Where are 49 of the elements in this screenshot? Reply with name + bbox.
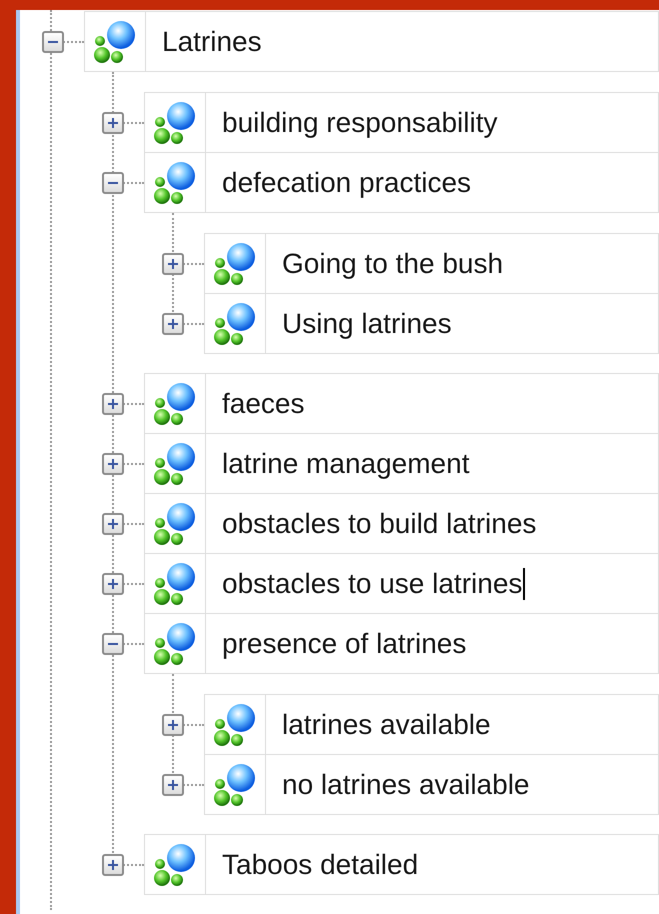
node-label[interactable]: defecation practices	[206, 152, 659, 213]
node-icon	[152, 100, 198, 146]
expand-button[interactable]	[102, 452, 124, 474]
node-icon	[212, 240, 258, 286]
expand-button[interactable]	[102, 572, 124, 594]
plus-icon	[108, 398, 118, 408]
plus-icon	[168, 318, 178, 328]
node-icon	[152, 620, 198, 666]
collapse-button[interactable]	[102, 632, 124, 654]
node-icon	[152, 160, 198, 206]
collapse-button[interactable]	[102, 172, 124, 194]
node-label[interactable]: Going to the bush	[266, 233, 659, 294]
minus-icon	[108, 182, 118, 184]
node-icon	[152, 842, 198, 888]
expand-button[interactable]	[162, 714, 184, 736]
node-label[interactable]: presence of latrines	[206, 613, 659, 674]
node-icon	[152, 440, 198, 486]
node-label[interactable]: Using latrines	[266, 293, 659, 354]
node-label[interactable]: building responsability	[206, 92, 659, 153]
node-icon	[212, 300, 258, 346]
minus-icon	[48, 40, 58, 42]
node-icon	[212, 702, 258, 748]
node-icon	[152, 500, 198, 546]
collapse-button[interactable]	[42, 30, 64, 52]
expand-button[interactable]	[162, 774, 184, 796]
expand-button[interactable]	[102, 854, 124, 876]
plus-icon	[108, 118, 118, 128]
plus-icon	[108, 518, 118, 528]
node-label[interactable]: Taboos detailed	[206, 834, 659, 895]
node-icon	[152, 560, 198, 606]
node-label[interactable]: latrines available	[266, 694, 659, 755]
plus-icon	[168, 720, 178, 730]
node-icon	[92, 18, 138, 64]
node-label[interactable]: faeces	[206, 373, 659, 434]
plus-icon	[168, 258, 178, 268]
expand-button[interactable]	[162, 252, 184, 274]
plus-icon	[168, 780, 178, 790]
plus-icon	[108, 860, 118, 870]
node-icon	[152, 380, 198, 426]
node-label[interactable]: no latrines available	[266, 754, 659, 815]
expand-button[interactable]	[102, 512, 124, 534]
node-icon	[212, 762, 258, 808]
plus-icon	[108, 578, 118, 588]
expand-button[interactable]	[102, 392, 124, 414]
plus-icon	[108, 458, 118, 468]
minus-icon	[108, 642, 118, 644]
expand-button[interactable]	[102, 112, 124, 134]
expand-button[interactable]	[162, 312, 184, 334]
node-label[interactable]: Latrines	[146, 11, 659, 72]
